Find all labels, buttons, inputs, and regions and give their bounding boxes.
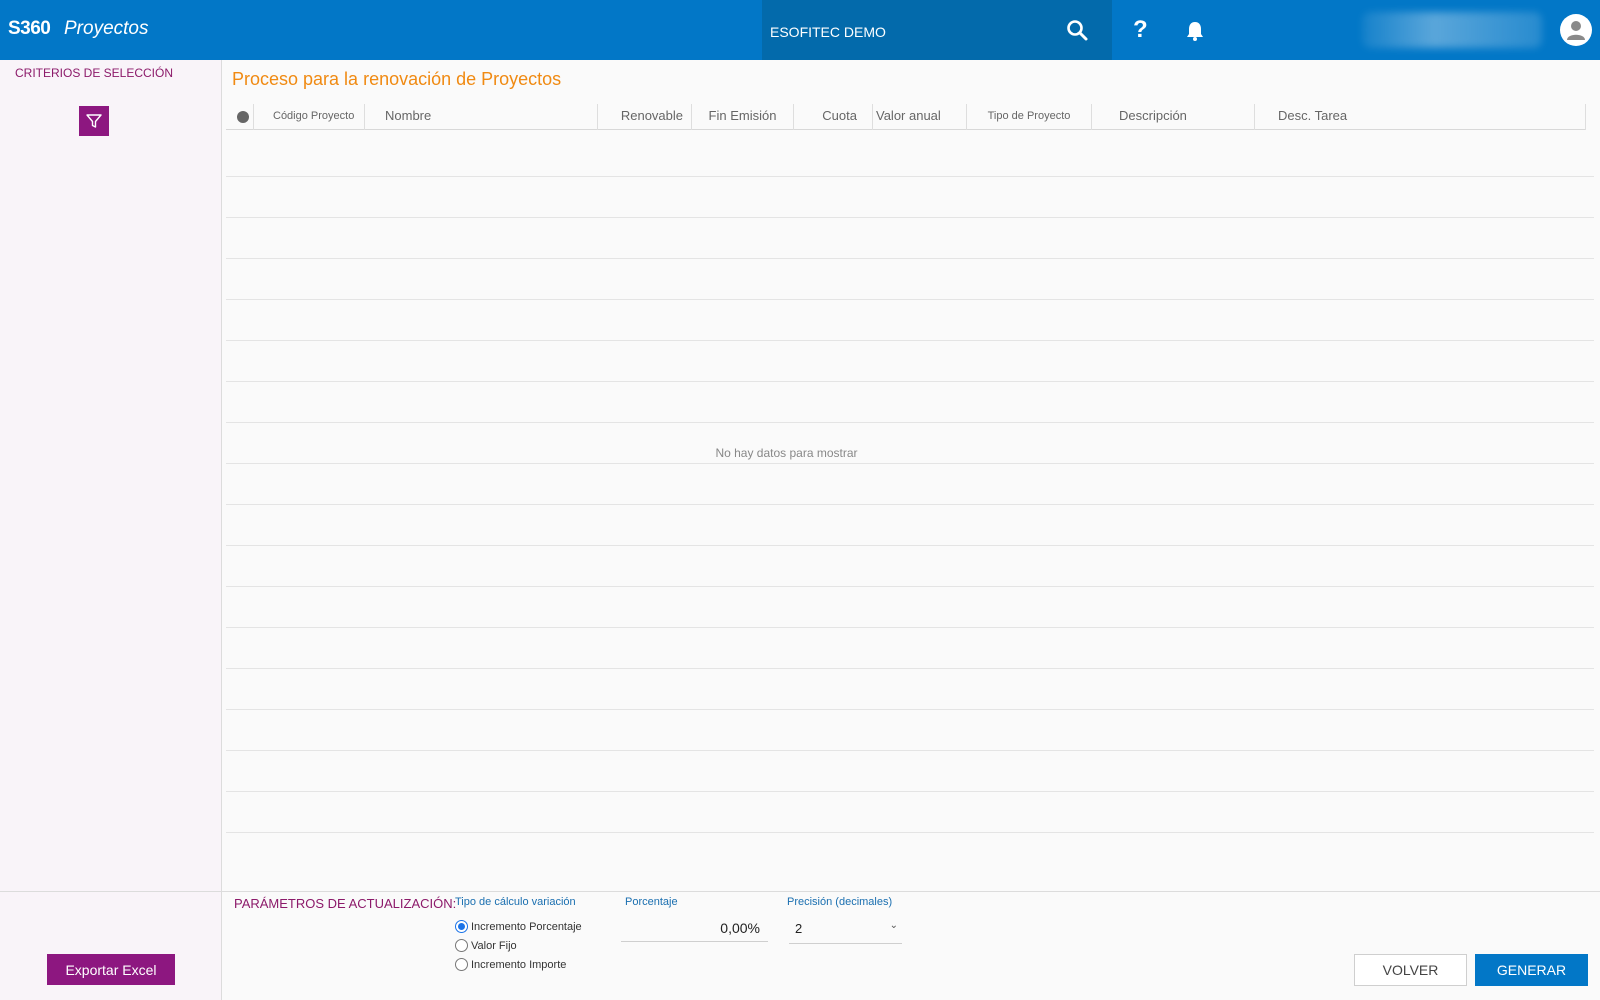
precision-label: Precisión (decimales) bbox=[787, 896, 893, 908]
radio-option-incremento-importe[interactable]: Incremento Importe bbox=[455, 958, 566, 971]
help-icon[interactable]: ? bbox=[1133, 16, 1148, 44]
grid-row-line bbox=[226, 176, 1594, 177]
grid-row-line bbox=[226, 463, 1594, 464]
chevron-down-icon: ⌄ bbox=[889, 920, 898, 931]
export-excel-button[interactable]: Exportar Excel bbox=[47, 954, 175, 985]
empty-message: No hay datos para mostrar bbox=[715, 446, 858, 460]
grid-row-line bbox=[226, 586, 1594, 587]
grid-row-line bbox=[226, 668, 1594, 669]
params-title: PARÁMETROS DE ACTUALIZACIÓN: bbox=[234, 896, 457, 911]
grid-row-line bbox=[226, 217, 1594, 218]
column-header-fin-emision[interactable]: Fin Emisión bbox=[692, 104, 794, 130]
column-header-renovable[interactable]: Renovable bbox=[598, 104, 692, 130]
avatar-icon[interactable] bbox=[1560, 14, 1592, 46]
precision-value: 2 bbox=[795, 921, 803, 936]
grid-row-line bbox=[226, 258, 1594, 259]
column-header-nombre[interactable]: Nombre bbox=[365, 104, 598, 130]
column-header-valor-anual[interactable]: Valor anual bbox=[873, 104, 967, 130]
radio-button[interactable] bbox=[455, 939, 468, 952]
page-title: Proceso para la renovación de Proyectos bbox=[232, 69, 562, 89]
grid-row-line bbox=[226, 504, 1594, 505]
grid-row-line bbox=[226, 709, 1594, 710]
column-header-tipo-proyecto[interactable]: Tipo de Proyecto bbox=[967, 104, 1092, 130]
percentage-input[interactable] bbox=[621, 914, 768, 942]
top-bar: S360 Proyectos ESOFITEC DEMO ? bbox=[0, 0, 1600, 60]
radio-label: Incremento Importe bbox=[471, 958, 567, 971]
percentage-label: Porcentaje bbox=[625, 896, 678, 908]
select-all-cell bbox=[226, 104, 254, 130]
search-icon[interactable] bbox=[1065, 18, 1089, 42]
filter-button[interactable] bbox=[79, 106, 109, 136]
sidebar-divider bbox=[0, 891, 222, 892]
back-button[interactable]: VOLVER bbox=[1354, 954, 1467, 986]
grid-row-line bbox=[226, 545, 1594, 546]
calc-type-label: Tipo de cálculo variación bbox=[455, 896, 576, 908]
column-header-descripcion[interactable]: Descripción bbox=[1092, 104, 1255, 130]
select-all-toggle[interactable] bbox=[237, 111, 249, 123]
projects-grid: Código Proyecto Nombre Renovable Fin Emi… bbox=[226, 104, 1594, 833]
company-name: ESOFITEC DEMO bbox=[770, 24, 886, 40]
criteria-label: CRITERIOS DE SELECCIÓN bbox=[14, 66, 174, 80]
left-sidebar: CRITERIOS DE SELECCIÓN Exportar Excel bbox=[0, 60, 222, 1000]
module-title: Proyectos bbox=[64, 18, 149, 39]
company-selector[interactable]: ESOFITEC DEMO bbox=[762, 0, 1112, 60]
radio-label: Valor Fijo bbox=[471, 939, 517, 952]
radio-button[interactable] bbox=[455, 958, 468, 971]
column-header-codigo[interactable]: Código Proyecto bbox=[254, 104, 365, 130]
grid-row-line bbox=[226, 832, 1594, 833]
grid-row-line bbox=[226, 627, 1594, 628]
precision-select[interactable]: 2 ⌄ bbox=[789, 914, 902, 944]
filter-icon bbox=[86, 114, 102, 128]
radio-label: Incremento Porcentaje bbox=[471, 920, 582, 933]
column-header-cuota[interactable]: Cuota bbox=[794, 104, 873, 130]
bell-icon[interactable] bbox=[1184, 20, 1206, 42]
grid-row-line bbox=[226, 340, 1594, 341]
column-header-desc-tarea[interactable]: Desc. Tarea bbox=[1255, 104, 1586, 130]
brand-logo[interactable]: S360 bbox=[8, 18, 51, 40]
grid-header: Código Proyecto Nombre Renovable Fin Emi… bbox=[226, 104, 1586, 130]
params-divider bbox=[222, 891, 1600, 892]
radio-option-valor-fijo[interactable]: Valor Fijo bbox=[455, 939, 517, 952]
grid-row-line bbox=[226, 750, 1594, 751]
user-info-blurred bbox=[1362, 12, 1542, 48]
grid-row-line bbox=[226, 422, 1594, 423]
grid-row-line bbox=[226, 791, 1594, 792]
radio-button-checked[interactable] bbox=[455, 920, 468, 933]
grid-row-line bbox=[226, 381, 1594, 382]
grid-row-line bbox=[226, 299, 1594, 300]
radio-option-incremento-porcentaje[interactable]: Incremento Porcentaje bbox=[455, 920, 582, 933]
generate-button[interactable]: GENERAR bbox=[1475, 954, 1588, 986]
